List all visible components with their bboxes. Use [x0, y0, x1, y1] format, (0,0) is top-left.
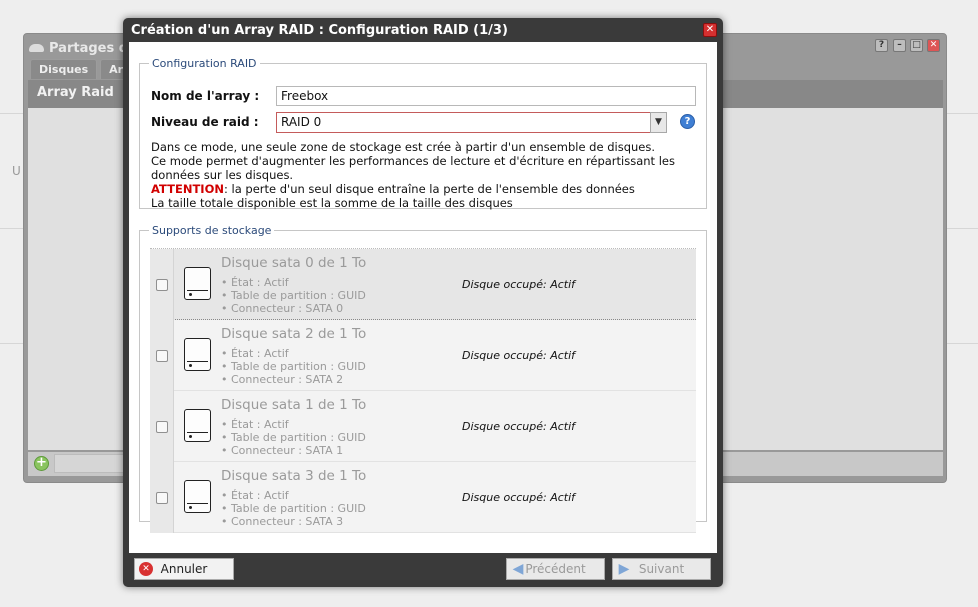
disk-name: Disque sata 0 de 1 To: [221, 255, 367, 271]
disk-state: • État : Actif: [221, 489, 289, 502]
hard-drive-icon: [184, 409, 211, 442]
help-icon[interactable]: ?: [680, 114, 695, 129]
next-button-label: Suivant: [638, 562, 685, 576]
background-footer-field: [54, 454, 124, 473]
raid-description-line: Ce mode permet d'augmenter les performan…: [151, 154, 675, 182]
raid-level-label: Niveau de raid :: [151, 115, 259, 129]
disk-status: Disque occupé: Actif: [462, 420, 576, 433]
checkbox-cell: [150, 320, 174, 391]
disk-state: • État : Actif: [221, 347, 289, 360]
background-window-title: Partages de: [29, 37, 137, 59]
checkbox-cell: [150, 249, 174, 320]
cancel-icon: ✕: [139, 562, 153, 576]
cancel-button[interactable]: ✕ Annuler: [134, 558, 234, 580]
dialog-title: Création d'un Array RAID : Configuration…: [131, 23, 508, 38]
next-button[interactable]: ▶ Suivant: [612, 558, 711, 580]
maximize-icon[interactable]: □: [910, 39, 923, 52]
disk-list: Disque sata 0 de 1 To • État : Actif • T…: [150, 248, 696, 533]
disk-status: Disque occupé: Actif: [462, 491, 576, 504]
storage-legend: Supports de stockage: [152, 224, 272, 237]
dialog-footer: ✕ Annuler ◀ Précédent ▶ Suivant: [123, 553, 723, 587]
disk-name: Disque sata 1 de 1 To: [221, 397, 367, 413]
disk-row[interactable]: Disque sata 0 de 1 To • État : Actif • T…: [150, 249, 696, 320]
disk-checkbox[interactable]: [156, 279, 168, 291]
add-icon[interactable]: +: [34, 456, 49, 471]
raid-config-legend: Configuration RAID: [152, 57, 257, 70]
checkbox-cell: [150, 391, 174, 462]
disk-partition-table: • Table de partition : GUID: [221, 289, 366, 302]
disk-state: • État : Actif: [221, 276, 289, 289]
raid-config-dialog: Création d'un Array RAID : Configuration…: [123, 18, 723, 587]
array-name-input[interactable]: [276, 86, 696, 106]
hard-drive-icon: [184, 267, 211, 300]
raid-config-fieldset: Configuration RAID Nom de l'array : Nive…: [139, 57, 707, 210]
disk-partition-table: • Table de partition : GUID: [221, 502, 366, 515]
hard-drive-icon: [29, 44, 44, 52]
tab-disques[interactable]: Disques: [30, 59, 98, 79]
cancel-button-label: Annuler: [160, 562, 208, 576]
hard-drive-icon: [184, 338, 211, 371]
raid-warning: ATTENTION: la perte d'un seul disque ent…: [151, 182, 701, 196]
arrow-right-icon: ▶: [618, 561, 630, 577]
disk-connector: • Connecteur : SATA 1: [221, 444, 344, 457]
disk-name: Disque sata 2 de 1 To: [221, 326, 367, 342]
close-icon[interactable]: ✕: [703, 23, 717, 37]
disk-connector: • Connecteur : SATA 0: [221, 302, 344, 315]
storage-fieldset: Supports de stockage Disque sata 0 de 1 …: [139, 224, 707, 533]
dialog-body: Configuration RAID Nom de l'array : Nive…: [129, 42, 717, 553]
checkbox-cell: [150, 462, 174, 533]
previous-button-label: Précédent: [525, 562, 586, 576]
disk-row[interactable]: Disque sata 3 de 1 To • État : Actif • T…: [150, 462, 696, 533]
disk-connector: • Connecteur : SATA 3: [221, 515, 344, 528]
raid-description: Dans ce mode, une seule zone de stockage…: [151, 140, 701, 210]
arrow-left-icon: ◀: [512, 561, 524, 577]
disk-partition-table: • Table de partition : GUID: [221, 360, 366, 373]
disk-state: • État : Actif: [221, 418, 289, 431]
desktop-letter: U: [12, 164, 21, 178]
background-tabs: Disques Arr: [30, 59, 138, 79]
disk-row[interactable]: Disque sata 2 de 1 To • État : Actif • T…: [150, 320, 696, 391]
raid-level-select[interactable]: RAID 0: [276, 112, 666, 133]
hard-drive-icon: [184, 480, 211, 513]
array-name-label: Nom de l'array :: [151, 89, 260, 103]
disk-checkbox[interactable]: [156, 421, 168, 433]
warning-label: ATTENTION: [151, 182, 224, 196]
raid-description-line: Dans ce mode, une seule zone de stockage…: [151, 140, 656, 154]
disk-checkbox[interactable]: [156, 492, 168, 504]
minimize-icon[interactable]: –: [893, 39, 906, 52]
close-icon[interactable]: ✕: [927, 39, 940, 52]
disk-partition-table: • Table de partition : GUID: [221, 431, 366, 444]
disk-name: Disque sata 3 de 1 To: [221, 468, 367, 484]
help-icon[interactable]: ?: [875, 39, 888, 52]
warning-text: : la perte d'un seul disque entraîne la …: [223, 182, 635, 196]
disk-status: Disque occupé: Actif: [462, 349, 576, 362]
disk-status: Disque occupé: Actif: [462, 278, 576, 291]
chevron-down-icon[interactable]: ▼: [650, 112, 667, 133]
disk-checkbox[interactable]: [156, 350, 168, 362]
raid-total-size-text: La taille totale disponible est la somme…: [151, 196, 513, 210]
disk-row[interactable]: Disque sata 1 de 1 To • État : Actif • T…: [150, 391, 696, 462]
disk-connector: • Connecteur : SATA 2: [221, 373, 344, 386]
previous-button[interactable]: ◀ Précédent: [506, 558, 605, 580]
